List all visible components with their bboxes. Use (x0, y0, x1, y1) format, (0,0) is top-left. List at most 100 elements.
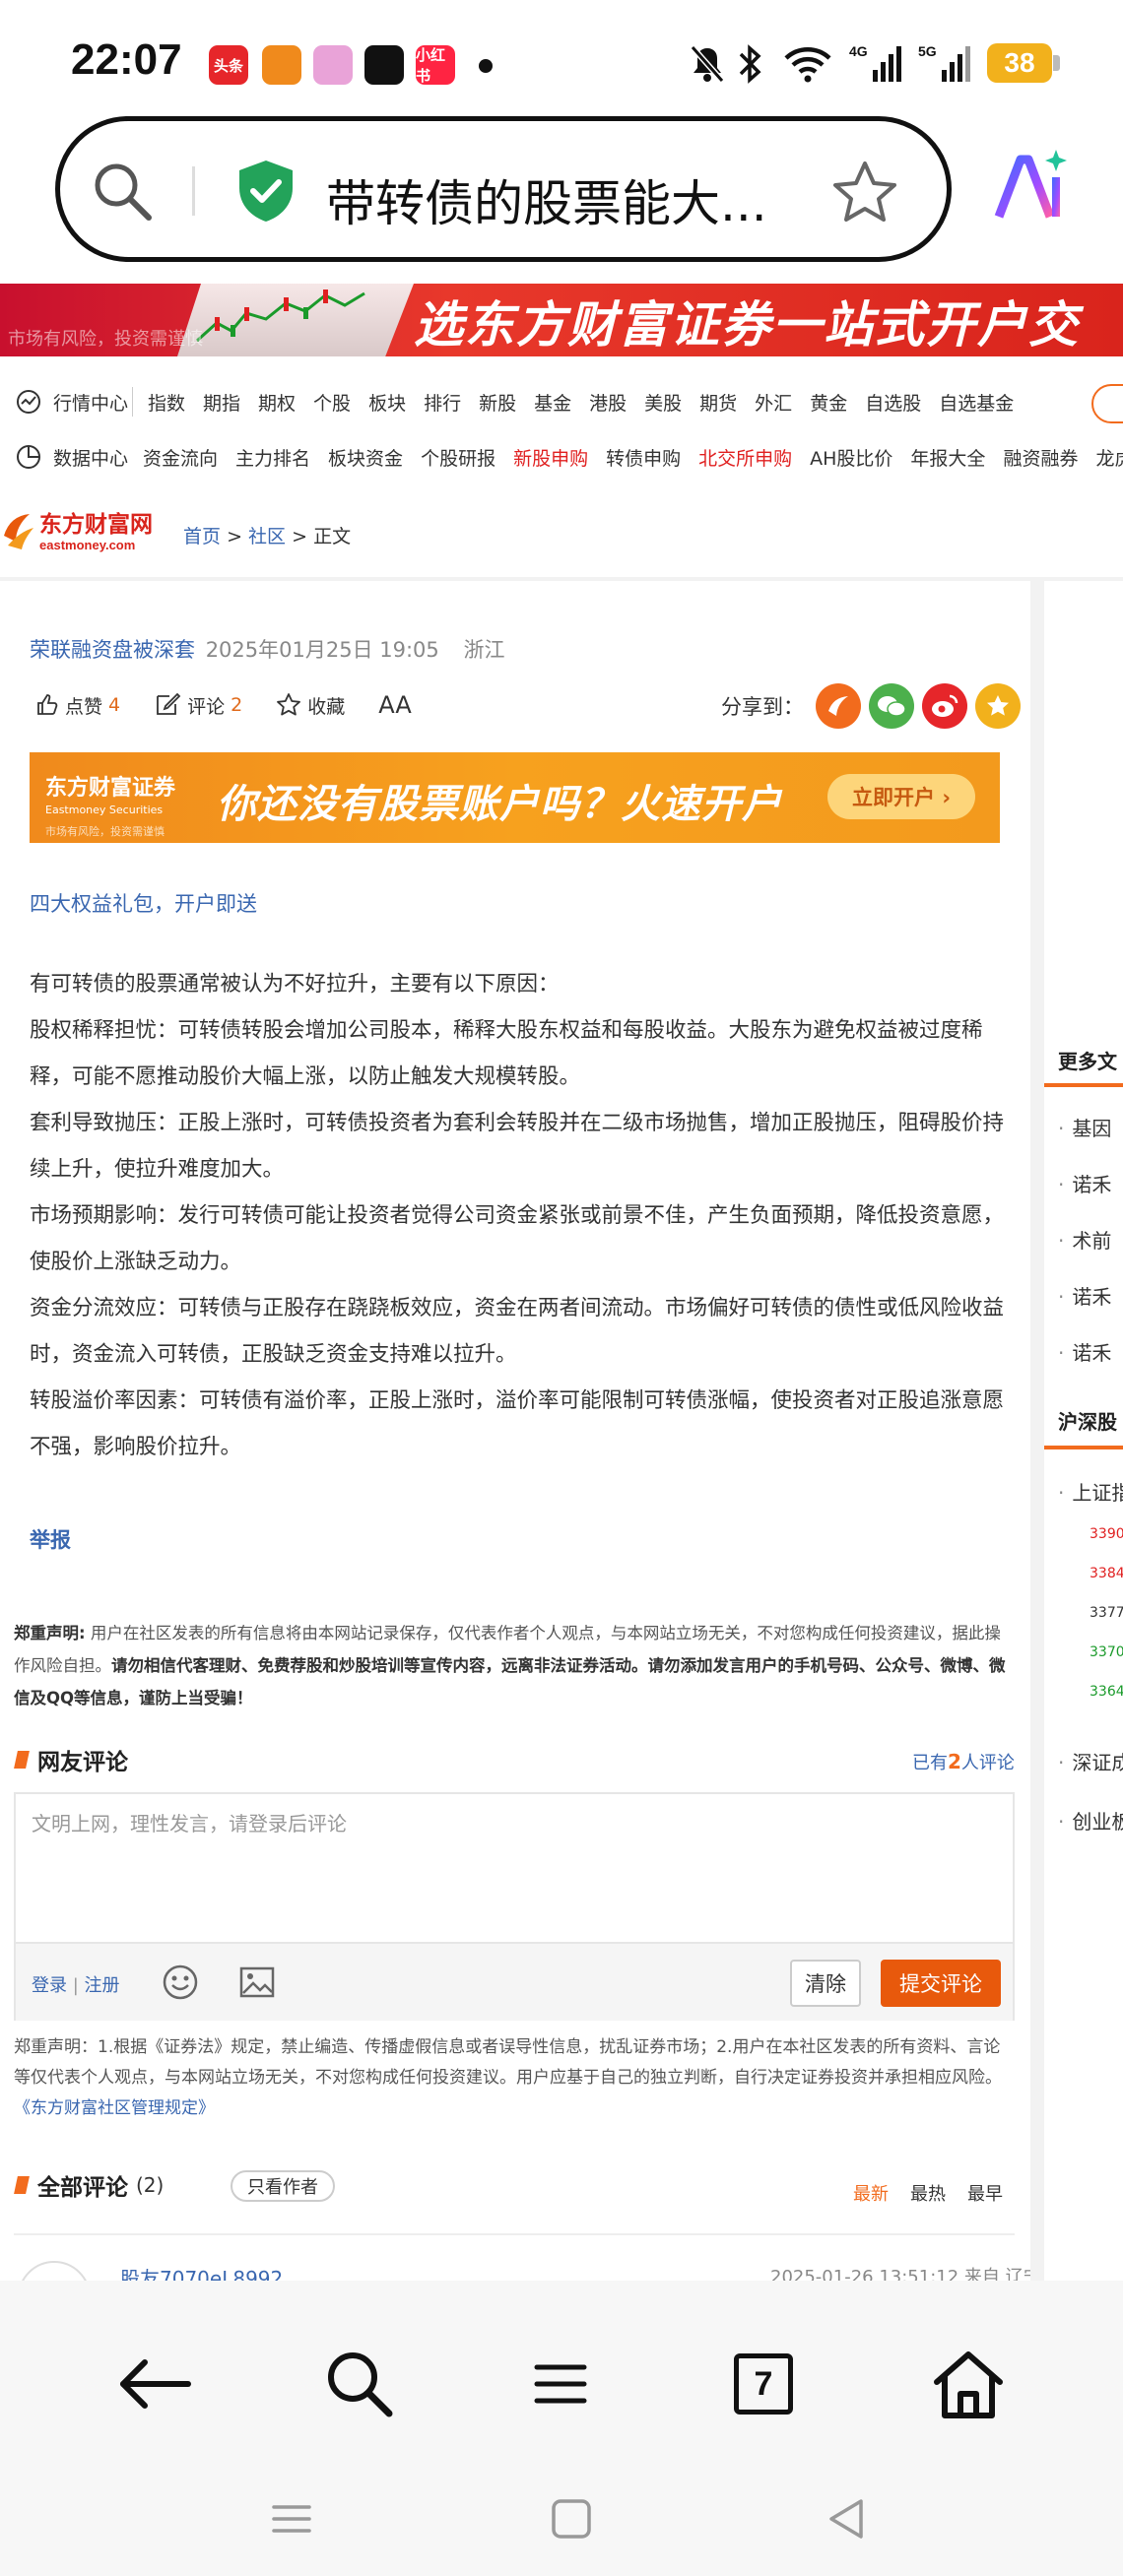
market-nav-item[interactable]: 外汇 (746, 389, 801, 416)
tabs-count: 7 (734, 2353, 793, 2415)
security-shield-icon[interactable] (235, 159, 297, 227)
more-article-item[interactable]: 诺禾 (1058, 1169, 1111, 1197)
market-nav-item[interactable]: 排行 (415, 389, 470, 416)
toutiao-icon: 头条 (209, 45, 248, 85)
top-ad-banner[interactable]: 选东方财富证券一站式开户交 市场有风险，投资需谨慎 (0, 284, 1123, 356)
more-article-item[interactable]: 诺禾 (1058, 1337, 1111, 1366)
report-link[interactable]: 举报 (30, 1524, 71, 1554)
market-chart-icon (17, 390, 40, 414)
author-link[interactable]: 荣联融资盘被深套 (30, 638, 195, 662)
market-center-link[interactable]: 行情中心 (0, 389, 132, 416)
home-icon[interactable] (924, 2340, 1013, 2428)
font-size-button[interactable]: AA (378, 691, 412, 719)
data-nav-item[interactable]: 主力排名 (227, 444, 319, 471)
comment-input[interactable]: 文明上网，理性发言，请登录后评论 (32, 1808, 347, 1836)
market-nav-item[interactable]: 港股 (580, 389, 635, 416)
market-nav-item[interactable]: 新股 (470, 389, 525, 416)
data-nav-item[interactable]: AH股比价 (801, 444, 901, 471)
shanghai-index-label[interactable]: 上证指 (1058, 1477, 1123, 1506)
breadcrumb-home-link[interactable]: 首页 (183, 526, 221, 547)
market-nav-item[interactable]: 自选基金 (930, 389, 1023, 416)
chinext-index-label[interactable]: 创业板 (1058, 1806, 1123, 1835)
search-icon[interactable] (315, 2340, 404, 2428)
eastmoney-logo[interactable]: 东方财富网 eastmoney.com (0, 506, 177, 555)
data-nav-item[interactable]: 个股研报 (412, 444, 504, 471)
ad-brand-cn: 东方财富证券 (45, 776, 176, 801)
address-bar[interactable]: 带转债的股票能大... (55, 116, 952, 262)
menu-icon[interactable] (516, 2340, 605, 2428)
market-nav-item[interactable]: 期指 (194, 389, 249, 416)
submit-comment-button[interactable]: 提交评论 (881, 1960, 1001, 2007)
market-nav-item[interactable]: 基金 (525, 389, 580, 416)
market-nav-item[interactable]: 指数 (139, 389, 194, 416)
image-upload-icon[interactable] (238, 1964, 276, 2005)
article-meta: 荣联融资盘被深套 2025年01月25日 19:05 浙江 (30, 634, 504, 664)
data-nav-item[interactable]: 融资融券 (994, 444, 1087, 471)
comment-total[interactable]: 已有2人评论 (912, 1749, 1015, 1774)
ai-assistant-icon[interactable] (985, 148, 1074, 230)
share-eastmoney-icon[interactable] (816, 683, 861, 729)
open-account-button[interactable]: 立即开户 › (827, 774, 975, 819)
promo-link[interactable]: 四大权益礼包，开户即送 (30, 888, 257, 918)
back-arrow-icon[interactable] (110, 2340, 199, 2428)
ad-risk-note: 市场有风险，投资需谨慎 (45, 825, 165, 838)
article-paragraph: 有可转债的股票通常被认为不好拉升，主要有以下原因： (30, 972, 560, 997)
sort-tab[interactable]: 最早 (967, 2184, 1003, 2205)
data-center-link[interactable]: 数据中心 (0, 444, 128, 471)
search-icon[interactable] (90, 159, 155, 227)
data-nav-item[interactable]: 北交所申购 (690, 444, 801, 471)
data-nav-item[interactable]: 板块资金 (319, 444, 412, 471)
community-rules-link[interactable]: 《东方财富社区管理规定》 (14, 2098, 215, 2118)
market-nav-row: 行情中心 指数 期指 期权 个股 板块 排行 新股 基金 港股 美股 期货 外汇 黄金 自选股 自选基金 (0, 374, 1123, 429)
share-weibo-icon[interactable] (922, 683, 967, 729)
sort-tab[interactable]: 最热 (910, 2184, 946, 2205)
comment-button[interactable]: 评论 2 (154, 692, 242, 719)
article-paragraph: 套利导致抛压：正股上涨时，可转债投资者为套利会转股并在二级市场抛售，增加正股抛压… (30, 1111, 1005, 1182)
comment-divider (14, 2233, 1015, 2235)
more-article-item[interactable]: 诺禾 (1058, 1281, 1111, 1310)
thumbs-up-icon (37, 694, 58, 715)
back-triangle-icon[interactable] (822, 2493, 873, 2548)
more-article-item[interactable]: 基因 (1058, 1113, 1111, 1141)
all-comments-count: (2) (136, 2173, 165, 2197)
register-link[interactable]: 注册 (85, 1975, 120, 1996)
nav-more-button[interactable] (1091, 384, 1123, 423)
open-account-ad[interactable]: 东方财富证券 Eastmoney Securities 你还没有股票账户吗？火速… (30, 752, 1000, 843)
sort-tab[interactable]: 最新 (853, 2184, 889, 2205)
data-nav-item[interactable]: 资金流向 (134, 444, 227, 471)
breadcrumb-community-link[interactable]: 社区 (248, 526, 286, 547)
market-nav-item[interactable]: 期货 (691, 389, 746, 416)
bookmark-star-icon[interactable] (830, 159, 899, 231)
market-nav-item[interactable]: 期权 (249, 389, 304, 416)
only-author-toggle[interactable]: 只看作者 (231, 2170, 335, 2202)
market-nav-item[interactable]: 个股 (304, 389, 360, 416)
recent-apps-icon[interactable] (266, 2493, 317, 2548)
market-center-label: 行情中心 (53, 392, 129, 415)
shenzhen-index-label[interactable]: 深证成 (1058, 1747, 1123, 1775)
like-button[interactable]: 点赞 4 (35, 692, 120, 719)
home-square-icon[interactable] (546, 2493, 597, 2548)
data-nav-item[interactable]: 年报大全 (901, 444, 994, 471)
more-article-item[interactable]: 术前 (1058, 1225, 1111, 1254)
data-nav-item[interactable]: 新股申购 (504, 444, 597, 471)
share-favorites-icon[interactable] (975, 683, 1021, 729)
market-panel-title: 沪深股 (1058, 1410, 1117, 1434)
title-underline (1044, 1446, 1123, 1449)
share-wechat-icon[interactable] (869, 683, 914, 729)
data-nav-item[interactable]: 转债申购 (597, 444, 690, 471)
share-label: 分享到： (721, 695, 804, 719)
system-navigation-bar (0, 2468, 1123, 2576)
page-title-field[interactable]: 带转债的股票能大... (326, 164, 767, 235)
like-count: 4 (108, 694, 121, 716)
market-nav-item[interactable]: 板块 (360, 389, 415, 416)
tabs-button[interactable]: 7 (719, 2340, 808, 2428)
market-nav-item[interactable]: 黄金 (801, 389, 856, 416)
favorite-button[interactable]: 收藏 (276, 692, 345, 719)
data-nav-item[interactable]: 龙虎榜 (1087, 444, 1123, 471)
login-link[interactable]: 登录 (32, 1975, 67, 1996)
market-nav-item[interactable]: 自选股 (856, 389, 930, 416)
clear-button[interactable]: 清除 (790, 1960, 861, 2007)
market-nav-item[interactable]: 美股 (635, 389, 691, 416)
font-size-label: AA (378, 691, 412, 719)
emoji-icon[interactable] (162, 1964, 199, 2005)
